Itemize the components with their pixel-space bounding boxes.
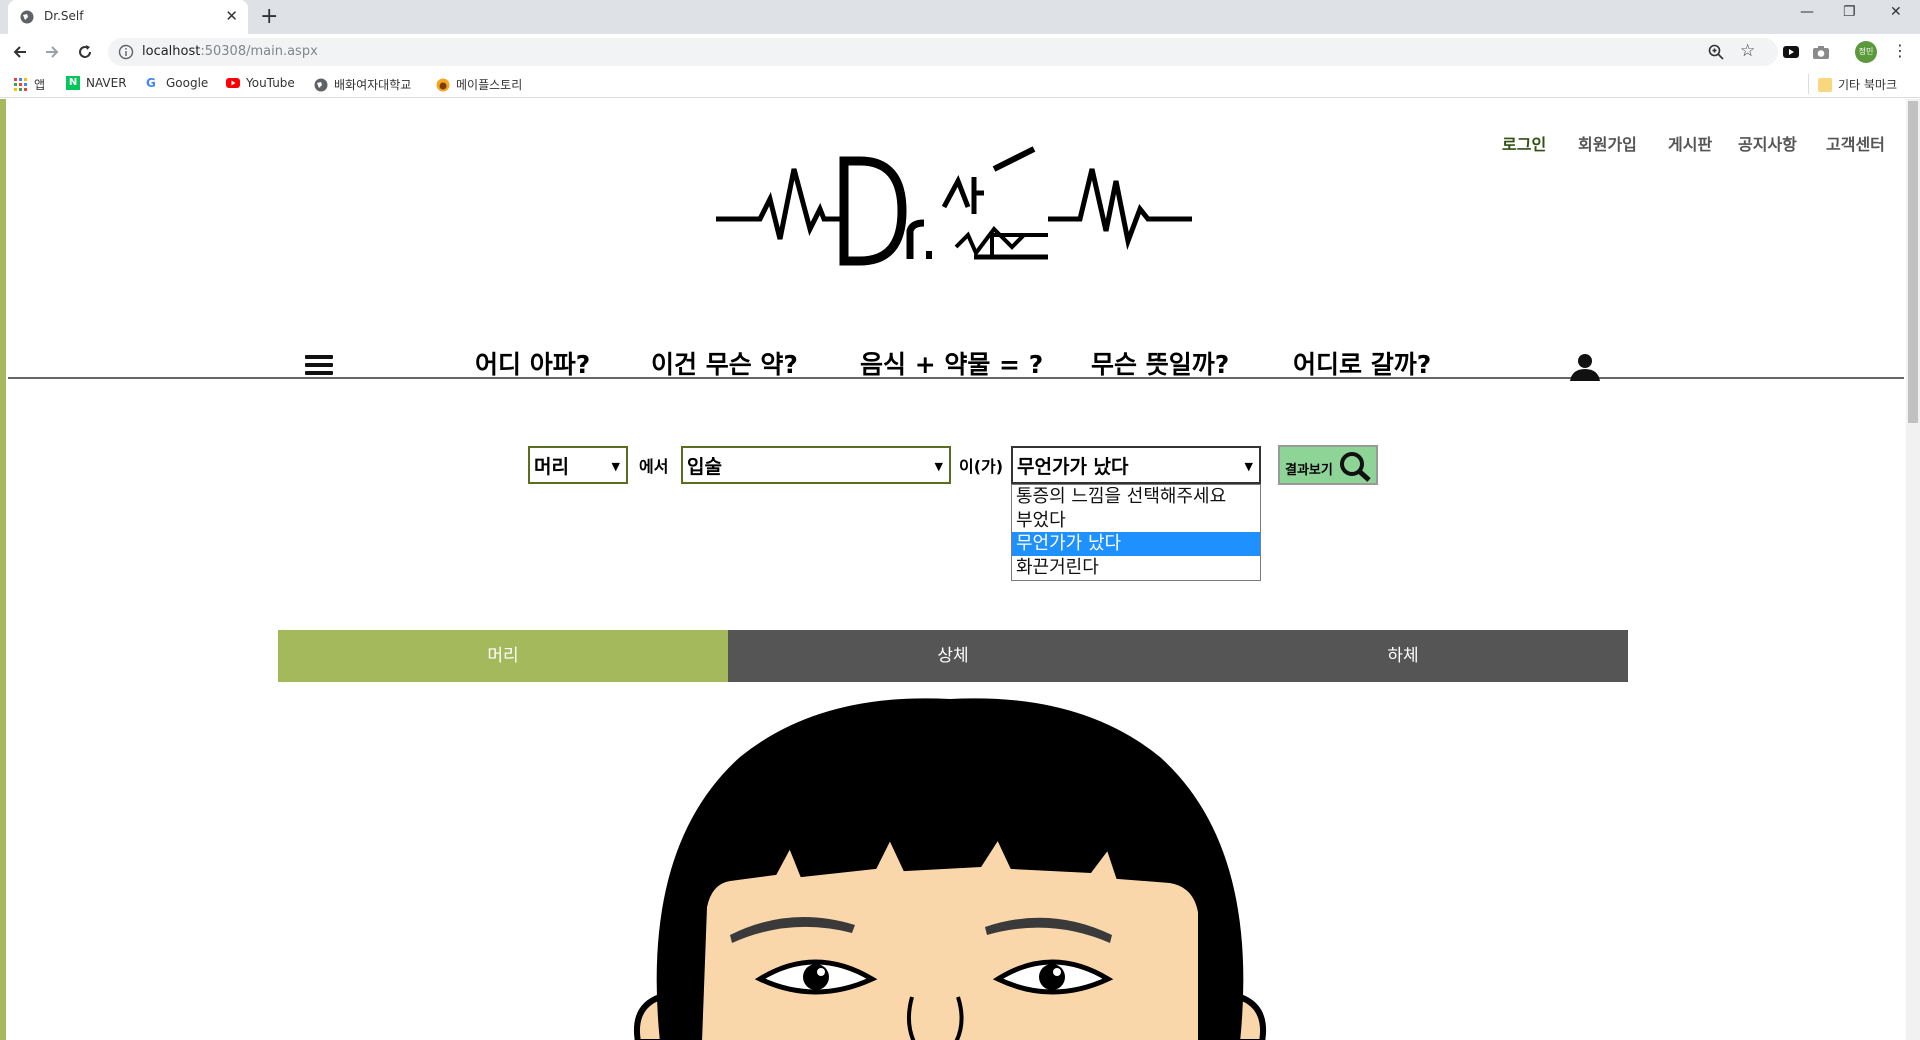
globe-icon [20,10,34,24]
browser-tabstrip: Dr.Self ✕ + — ❐ ✕ [0,0,1920,34]
result-button[interactable]: 결과보기 [1278,445,1378,485]
dropdown-option[interactable]: 부었다 [1012,509,1260,533]
login-link[interactable]: 로그인 [1502,131,1546,155]
detail-part-value: 입술 [687,456,722,478]
apps-grid-icon [14,77,27,91]
google-icon: G [146,76,156,90]
naver-icon: N [66,76,80,90]
forward-arrow-icon[interactable] [42,42,62,62]
nav-where-to-go[interactable]: 어디로 갈까? [1293,345,1431,381]
bookmark-apps[interactable]: 앱 [14,76,45,93]
nav-meaning[interactable]: 무슨 뜻일까? [1091,345,1229,381]
joiner-label: 에서 [639,457,669,476]
youtube-icon [226,78,240,88]
body-part-select[interactable]: 머리 ▼ [528,446,628,484]
bookmarks-divider [1808,74,1809,94]
symptom-dropdown-list: 통증의 느낌을 선택해주세요 부었다 무언가가 났다 화끈거린다 [1011,484,1261,581]
user-icon[interactable] [1568,353,1602,381]
page-viewport: 로그인 회원가입 게시판 공지사항 고객센터 어디 아파? 이건 무슨 약? 음… [0,99,1920,1040]
body-region-tabs: 머리 상체 하체 [278,630,1628,682]
restore-icon[interactable]: ❐ [1843,4,1856,20]
signup-link[interactable]: 회원가입 [1578,131,1637,155]
tab-title: Dr.Self [44,9,84,23]
bookmark-youtube[interactable]: YouTube [226,76,295,90]
back-arrow-icon[interactable] [10,42,30,62]
detail-part-select[interactable]: 입술 ▼ [681,446,951,484]
info-icon[interactable] [118,44,134,60]
bookmark-other[interactable]: 기타 북마크 [1818,76,1897,93]
scrollbar-thumb[interactable] [1908,101,1918,423]
result-button-label: 결과보기 [1285,463,1333,478]
nav-where-hurts[interactable]: 어디 아파? [475,345,590,381]
nav-food-drug[interactable]: 음식 + 약물 = ? [860,345,1043,381]
main-nav: 어디 아파? 이건 무슨 약? 음식 + 약물 = ? 무슨 뜻일까? 어디로 … [8,319,1904,381]
bookmark-baewha[interactable]: 배화여자대학교 [314,76,411,93]
bookmark-google[interactable]: G Google [146,76,208,90]
notice-link[interactable]: 공지사항 [1738,131,1797,155]
hamburger-menu-icon[interactable] [305,355,333,377]
star-bookmark-icon[interactable]: ☆ [1740,41,1755,61]
youtube-extension-icon[interactable] [1782,43,1800,61]
dr-self-logo[interactable] [712,139,1196,269]
url-path: :50308/main.aspx [200,44,318,59]
bookmark-naver[interactable]: N NAVER [66,76,127,90]
bookmark-label: NAVER [86,76,127,90]
search-icon [1340,452,1371,482]
bookmark-label: 메이플스토리 [456,78,523,92]
new-tab-button[interactable]: + [260,4,278,30]
nav-what-medicine[interactable]: 이건 무슨 약? [651,345,798,381]
board-link[interactable]: 게시판 [1668,131,1712,155]
profile-avatar[interactable]: 정민 [1855,41,1877,63]
url-host: localhost [142,44,201,59]
bookmark-label: Google [166,76,209,90]
left-accent-bar [0,99,6,1040]
browser-toolbar: localhost:50308/main.aspx ☆ 정민 ⋮ [0,34,1920,70]
tab-upper-body[interactable]: 상체 [728,630,1178,682]
browser-tab[interactable]: Dr.Self ✕ [8,0,248,34]
zoom-icon[interactable] [1708,44,1724,60]
address-bar[interactable]: localhost:50308/main.aspx ☆ [108,38,1778,66]
dropdown-option[interactable]: 통증의 느낌을 선택해주세요 [1012,485,1260,509]
bookmark-label: 앱 [34,78,46,92]
dropdown-arrow-icon: ▼ [1244,460,1253,473]
reload-icon[interactable] [75,42,95,62]
window-close-icon[interactable]: ✕ [1890,4,1902,20]
globe-icon [314,78,328,91]
maplestory-icon [436,78,450,91]
close-tab-icon[interactable]: ✕ [225,7,238,25]
menu-kebab-icon[interactable]: ⋮ [1892,41,1908,60]
folder-icon [1818,77,1832,92]
tab-lower-body[interactable]: 하체 [1178,630,1628,682]
head-illustration[interactable] [620,697,1280,1040]
bookmark-label: 기타 북마크 [1838,78,1898,92]
dropdown-option-selected[interactable]: 무언가가 났다 [1012,532,1260,556]
bookmark-label: YouTube [246,76,295,90]
bookmark-label: 배화여자대학교 [334,78,412,92]
dropdown-option[interactable]: 화끈거린다 [1012,556,1260,580]
bookmark-maplestory[interactable]: 메이플스토리 [436,76,522,93]
url-text: localhost:50308/main.aspx [142,44,318,59]
bookmarks-bar: 앱 N NAVER G Google YouTube 배화여자대학교 메이플스토… [0,70,1920,98]
tab-head[interactable]: 머리 [278,630,728,682]
symptom-select[interactable]: 무언가가 났다 ▼ [1011,446,1261,484]
body-part-value: 머리 [534,456,569,478]
dropdown-arrow-icon: ▼ [611,460,620,473]
customer-center-link[interactable]: 고객센터 [1826,131,1885,155]
minimize-icon[interactable]: — [1800,4,1814,20]
page-scrollbar[interactable] [1906,99,1920,1040]
camera-icon[interactable] [1812,43,1830,61]
dropdown-arrow-icon: ▼ [934,460,943,473]
symptom-value: 무언가가 났다 [1017,456,1129,478]
joiner-label: 이(가) [959,457,1004,476]
